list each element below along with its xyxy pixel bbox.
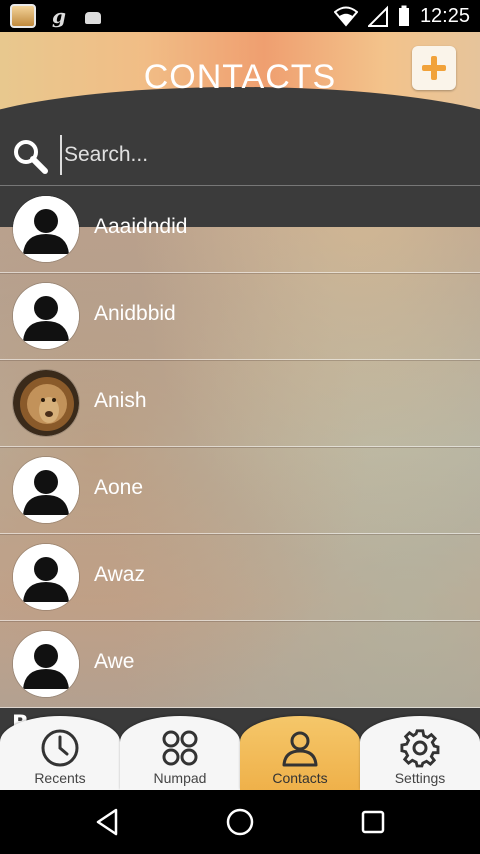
avatar xyxy=(13,544,79,610)
contact-row[interactable]: Aone xyxy=(0,447,480,535)
tab-recents[interactable]: Recents xyxy=(0,716,120,790)
plus-icon xyxy=(422,56,446,80)
avatar xyxy=(13,196,79,262)
avatar xyxy=(13,283,79,349)
tab-contacts[interactable]: Contacts xyxy=(240,716,360,790)
default-avatar-icon xyxy=(13,196,79,262)
contact-name: Awe xyxy=(94,650,135,673)
gear-icon xyxy=(400,729,440,768)
contacts-app: CONTACTS Aaaidndid xyxy=(0,32,480,790)
contact-name: Anidbbid xyxy=(94,302,176,325)
contact-row[interactable]: Awaz xyxy=(0,534,480,622)
avatar xyxy=(13,370,79,436)
recents-apps-icon[interactable] xyxy=(357,806,389,838)
contact-row[interactable]: Anidbbid xyxy=(0,273,480,361)
home-icon[interactable] xyxy=(224,806,256,838)
bottom-nav: Recents Numpad Contacts Settings xyxy=(0,716,480,790)
contact-row[interactable]: Anish xyxy=(0,360,480,448)
tab-label: Recents xyxy=(34,770,86,786)
g-notification-icon: g xyxy=(52,4,66,28)
search-bar xyxy=(0,124,480,186)
contact-name: Awaz xyxy=(94,563,145,586)
add-contact-button[interactable] xyxy=(412,46,456,90)
page-title: CONTACTS xyxy=(143,58,337,96)
android-notification-icon xyxy=(82,4,104,28)
system-nav-bar xyxy=(0,790,480,854)
wifi-icon xyxy=(333,6,358,27)
tab-label: Contacts xyxy=(272,770,328,786)
avatar xyxy=(13,457,79,523)
search-input[interactable] xyxy=(60,135,460,175)
tab-settings[interactable]: Settings xyxy=(360,716,480,790)
default-avatar-icon xyxy=(13,283,79,349)
contact-list: Aaaidndid Anidbbid Anish Aone Awaz Awe xyxy=(0,186,480,709)
back-icon[interactable] xyxy=(92,806,124,838)
search-icon[interactable] xyxy=(12,138,48,174)
person-icon xyxy=(282,731,318,767)
default-avatar-icon xyxy=(13,631,79,697)
avatar xyxy=(13,631,79,697)
contact-name: Anish xyxy=(94,389,147,412)
default-avatar-icon xyxy=(13,457,79,523)
contact-row[interactable]: Awe xyxy=(0,621,480,709)
lion-photo-avatar xyxy=(13,370,79,436)
app-notification-icon xyxy=(10,4,36,28)
numpad-icon xyxy=(162,730,198,766)
clock-icon xyxy=(41,729,79,767)
tab-numpad[interactable]: Numpad xyxy=(120,716,240,790)
header: CONTACTS xyxy=(0,32,480,227)
tab-label: Settings xyxy=(394,770,446,786)
contact-name: Aaaidndid xyxy=(94,215,188,238)
contact-row[interactable]: Aaaidndid xyxy=(0,186,480,274)
contact-name: Aone xyxy=(94,476,144,499)
status-time: 12:25 xyxy=(419,5,470,27)
default-avatar-icon xyxy=(13,544,79,610)
battery-icon xyxy=(398,5,409,26)
cellular-icon xyxy=(367,5,388,27)
tab-label: Numpad xyxy=(153,770,207,786)
status-bar: g 12:25 xyxy=(0,0,480,32)
